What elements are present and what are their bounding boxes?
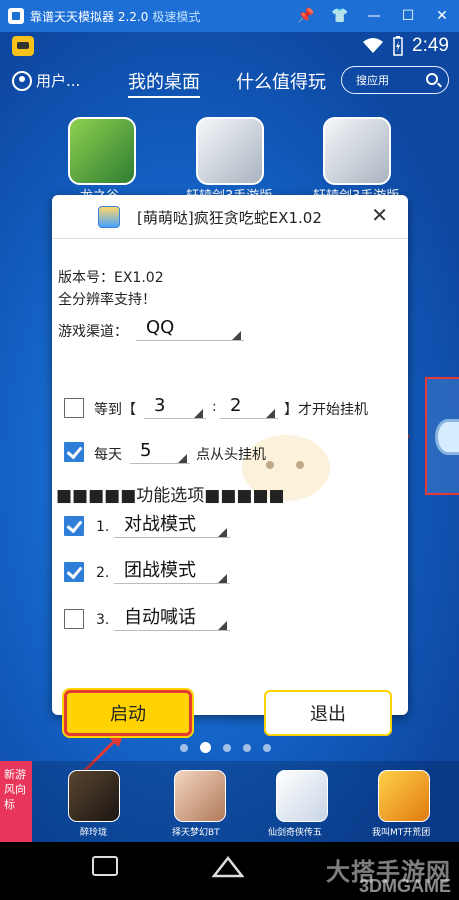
top-nav: 用户... 我的桌面 什么值得玩 搜应用	[0, 64, 459, 100]
dialog-header: [萌萌哒]疯狂贪吃蛇EX1.02 ✕	[52, 195, 408, 239]
exit-button[interactable]: 退出	[264, 690, 392, 736]
page-dot-active[interactable]	[200, 742, 211, 753]
app-icon-xuanyuanjian[interactable]	[323, 117, 391, 185]
tab-worth-playing[interactable]: 什么值得玩	[236, 68, 326, 94]
status-time: 2:49	[412, 35, 449, 56]
watermark-brand: 3DMGAME	[358, 876, 451, 896]
home-icon[interactable]	[212, 854, 244, 878]
emulator-logo-icon	[8, 8, 24, 24]
floating-ball-icon[interactable]	[435, 419, 459, 455]
user-button[interactable]: 用户...	[12, 70, 80, 91]
section-header: ■■■■■功能选项■■■■■	[56, 486, 285, 506]
wait-label: 等到【	[94, 402, 136, 418]
option-checkbox-1[interactable]	[64, 516, 84, 536]
new-games-tag[interactable]: 新游风向标	[0, 761, 32, 842]
battery-icon	[393, 36, 403, 56]
dock-app-icon[interactable]	[174, 770, 226, 822]
option-checkbox-2[interactable]	[64, 562, 84, 582]
page-dot[interactable]	[243, 743, 251, 752]
wifi-icon	[363, 38, 384, 53]
emulator-mode-label: 极速模式	[152, 9, 201, 24]
channel-label: 游戏渠道：	[58, 324, 128, 340]
dock-app-icon[interactable]	[276, 770, 328, 822]
emulator-title-bar: 靠谱天天模拟器 2.2.0 极速模式 📌 👕 — ☐ ✕	[0, 0, 459, 32]
android-screen: 2:49 用户... 我的桌面 什么值得玩 搜应用 龙之谷 轩辕剑3手游版 轩辕…	[0, 32, 459, 842]
page-indicator	[180, 742, 271, 753]
app-icon-xuanyuanjian[interactable]	[196, 117, 264, 185]
search-placeholder: 搜应用	[356, 74, 389, 87]
maximize-icon[interactable]: ☐	[391, 0, 425, 32]
close-icon[interactable]: ✕	[425, 0, 459, 32]
option-checkbox-3[interactable]	[64, 609, 84, 629]
dock-app-icon[interactable]	[68, 770, 120, 822]
app-icon-longzhigu[interactable]	[68, 117, 136, 185]
dialog-close-icon[interactable]: ✕	[371, 203, 388, 227]
status-bar: 2:49	[0, 32, 459, 62]
pin-icon[interactable]: 📌	[289, 0, 323, 32]
daily-checkbox[interactable]	[64, 442, 84, 462]
page-dot[interactable]	[180, 743, 188, 752]
daily-hour-dropdown[interactable]: 5	[130, 438, 190, 466]
option-number: 2.	[96, 565, 110, 581]
page-dot[interactable]	[263, 743, 271, 752]
script-dialog: [萌萌哒]疯狂贪吃蛇EX1.02 ✕ 版本号：EX1.02 全分辨率支持！ 游戏…	[52, 195, 408, 738]
minimize-icon[interactable]: —	[357, 0, 391, 32]
skin-icon[interactable]: 👕	[323, 0, 357, 32]
dialog-title: [萌萌哒]疯狂贪吃蛇EX1.02	[137, 209, 322, 227]
dock-app-label: 仙剑奇侠传五	[268, 828, 323, 838]
option-dropdown-3[interactable]: 自动喊话	[114, 605, 230, 633]
app-store-icon[interactable]	[12, 36, 34, 56]
page-dot[interactable]	[223, 743, 231, 752]
search-input[interactable]: 搜应用	[341, 66, 449, 94]
option-dropdown-1[interactable]: 对战模式	[114, 512, 230, 540]
wait-suffix: 】才开始挂机	[284, 402, 368, 418]
channel-dropdown[interactable]: QQ	[136, 315, 244, 343]
dock-app-label: 醉玲珑	[80, 828, 108, 838]
dock-app-label: 我叫MT开荒团	[372, 828, 431, 838]
support-text: 全分辨率支持！	[58, 292, 156, 308]
user-icon	[12, 70, 32, 91]
start-button[interactable]: 启动	[62, 688, 194, 738]
wait-minute-dropdown[interactable]: 2	[220, 393, 278, 421]
wait-hour-dropdown[interactable]: 3	[144, 393, 206, 421]
wait-checkbox[interactable]	[64, 398, 84, 418]
dock-app-label: 择天梦幻BT	[172, 828, 220, 838]
option-number: 1.	[96, 519, 110, 535]
back-icon[interactable]	[92, 856, 118, 876]
option-number: 3.	[96, 612, 110, 628]
dock-app-icon[interactable]	[378, 770, 430, 822]
emulator-title: 靠谱天天模拟器 2.2.0 极速模式	[30, 9, 201, 24]
option-dropdown-2[interactable]: 团战模式	[114, 558, 230, 586]
daily-suffix: 点从头挂机	[196, 447, 266, 463]
daily-label: 每天	[94, 447, 122, 463]
floating-widget[interactable]	[425, 377, 459, 495]
wait-separator: :	[212, 399, 217, 415]
user-label: 用户...	[36, 72, 81, 90]
version-text: 版本号：EX1.02	[58, 270, 164, 286]
tab-my-desktop[interactable]: 我的桌面	[128, 68, 200, 98]
script-app-icon	[98, 206, 120, 228]
search-icon[interactable]	[426, 73, 438, 85]
android-nav-bar: 大搭手游网 3DMGAME	[0, 842, 459, 900]
